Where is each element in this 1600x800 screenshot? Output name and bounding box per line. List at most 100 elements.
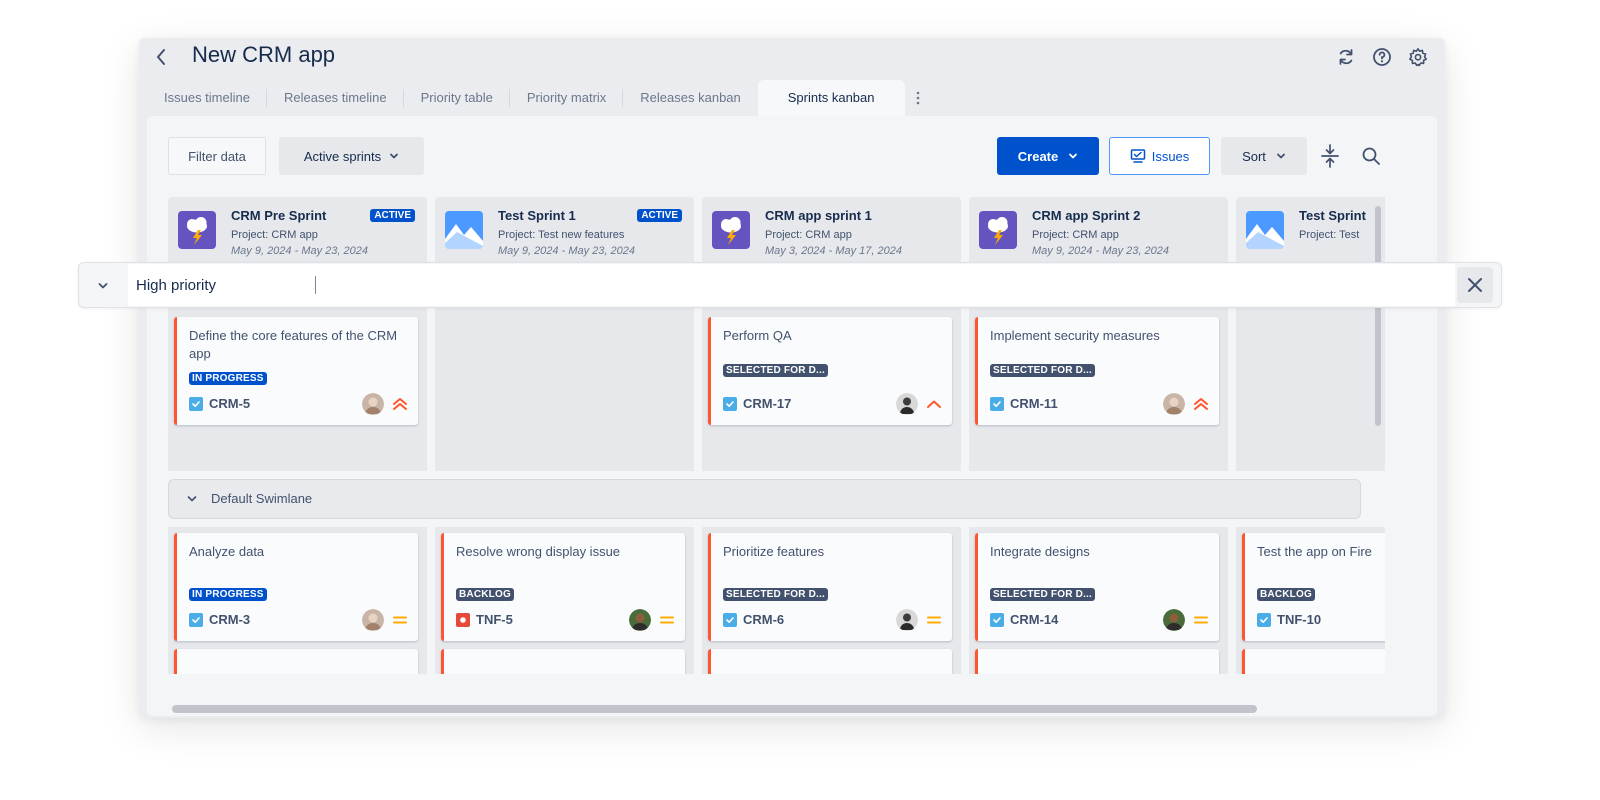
mountain-icon	[1246, 211, 1284, 249]
tab-priority-table[interactable]: Priority table	[404, 80, 511, 116]
card-title: Integrate designs	[990, 544, 1090, 559]
issue-key[interactable]: TNF-5	[456, 612, 513, 627]
kanban-panel: Filter data Active sprints Create Issues…	[147, 116, 1437, 716]
avatar[interactable]	[1163, 609, 1185, 631]
close-icon	[1468, 278, 1482, 292]
sort-dropdown[interactable]: Sort	[1221, 137, 1307, 175]
task-icon	[1257, 612, 1271, 627]
issue-key[interactable]: CRM-17	[723, 396, 791, 411]
avatar[interactable]	[362, 609, 384, 631]
swimlane-header[interactable]: Default Swimlane	[168, 479, 1361, 519]
issue-card[interactable]: Perform QA SELECTED FOR D... CRM-17	[708, 317, 952, 425]
status-badge: IN PROGRESS	[189, 588, 267, 601]
issue-key[interactable]: CRM-3	[189, 612, 250, 627]
back-button[interactable]	[151, 44, 171, 70]
status-badge: BACKLOG	[456, 588, 514, 601]
issue-card[interactable]: Analyze data IN PROGRESS CRM-3	[174, 533, 418, 641]
issue-card-partial[interactable]	[975, 649, 1219, 674]
chevron-down-icon	[1277, 153, 1285, 159]
search-bar	[78, 262, 1502, 308]
search-input[interactable]	[128, 264, 1455, 306]
active-sprints-label: Active sprints	[303, 148, 382, 164]
lane-cell: Resolve wrong display issue BACKLOG TNF-…	[435, 527, 694, 674]
filter-data-button[interactable]: Filter data	[168, 137, 266, 175]
task-icon	[189, 612, 203, 627]
avatar[interactable]	[362, 393, 384, 415]
sprint-column-header[interactable]: CRM app Sprint 2 Project: CRM app May 9,…	[969, 197, 1228, 263]
search-button[interactable]	[1358, 143, 1384, 169]
card-title: Resolve wrong display issue	[456, 544, 621, 559]
sprint-column-header[interactable]: Test Sprint Project: Test	[1236, 197, 1385, 263]
sprint-column-header[interactable]: Test Sprint 1 ACTIVE Project: Test new f…	[435, 197, 694, 263]
sort-label: Sort	[1242, 148, 1266, 164]
card-title: Implement security measures	[990, 328, 1160, 343]
status-badge: SELECTED FOR D...	[723, 364, 828, 377]
storm-icon	[979, 211, 1017, 249]
sprint-project: Project: Test new features	[498, 229, 625, 241]
card-title: Prioritize features	[723, 544, 825, 559]
issues-button[interactable]: Issues	[1109, 137, 1210, 175]
vertical-scrollbar[interactable]	[1375, 206, 1381, 426]
avatar[interactable]	[896, 393, 918, 415]
priority-highest-icon	[1194, 398, 1208, 410]
issue-key-label: TNF-10	[1277, 612, 1322, 627]
collapse-icon	[1321, 144, 1339, 168]
issue-key-label: CRM-3	[209, 612, 251, 627]
issue-key-label: CRM-6	[743, 612, 785, 627]
chevron-down-icon	[187, 496, 197, 502]
issue-key-label: CRM-11	[1010, 396, 1058, 411]
priority-highest-icon	[393, 398, 407, 410]
sprint-name: CRM app sprint 1	[765, 208, 872, 223]
tab-sprints-kanban[interactable]: Sprints kanban	[757, 80, 905, 116]
issue-card-partial[interactable]	[174, 649, 418, 674]
tab-releases-kanban[interactable]: Releases kanban	[623, 80, 757, 116]
sprint-column-header[interactable]: CRM app sprint 1 Project: CRM app May 3,…	[702, 197, 961, 263]
avatar[interactable]	[1163, 393, 1185, 415]
issue-card[interactable]: Prioritize features SELECTED FOR D... CR…	[708, 533, 952, 641]
more-tabs-button[interactable]	[905, 80, 931, 116]
sprint-dates: May 3, 2024 - May 17, 2024	[765, 245, 902, 257]
tab-issues-timeline[interactable]: Issues timeline	[147, 80, 267, 116]
status-badge: IN PROGRESS	[189, 372, 267, 385]
issue-card[interactable]: Test the app on Fire BACKLOG TNF-10	[1242, 533, 1385, 641]
close-button[interactable]	[1457, 267, 1493, 303]
tab-priority-matrix[interactable]: Priority matrix	[510, 80, 624, 116]
issue-key[interactable]: CRM-14	[990, 612, 1058, 627]
sprint-dates: May 9, 2024 - May 23, 2024	[231, 245, 368, 257]
issue-card-partial[interactable]	[441, 649, 685, 674]
priority-medium-icon	[927, 616, 941, 624]
help-icon	[1373, 48, 1391, 66]
active-sprints-dropdown[interactable]: Active sprints	[279, 137, 424, 175]
sprint-project: Project: CRM app	[765, 229, 852, 241]
horizontal-scrollbar[interactable]	[172, 705, 1257, 713]
view-tabs: Issues timeline Releases timeline Priori…	[147, 80, 931, 116]
lane-cell: Prioritize features SELECTED FOR D... CR…	[702, 527, 961, 674]
gear-icon	[1409, 48, 1427, 67]
status-badge: SELECTED FOR D...	[723, 588, 828, 601]
issue-card[interactable]: Define the core features of the CRM app …	[174, 317, 418, 425]
sprint-dates: May 9, 2024 - May 23, 2024	[1032, 245, 1169, 257]
create-button[interactable]: Create	[997, 137, 1099, 175]
issue-key[interactable]: TNF-10	[1257, 612, 1321, 627]
avatar[interactable]	[896, 609, 918, 631]
issue-key[interactable]: CRM-6	[723, 612, 784, 627]
issue-card-partial[interactable]	[708, 649, 952, 674]
issue-key[interactable]: CRM-5	[189, 396, 250, 411]
help-button[interactable]	[1369, 44, 1395, 70]
settings-button[interactable]	[1405, 44, 1431, 70]
issue-key[interactable]: CRM-11	[990, 396, 1058, 411]
collapse-button[interactable]	[1317, 143, 1343, 169]
tab-releases-timeline[interactable]: Releases timeline	[267, 80, 404, 116]
issue-card[interactable]: Resolve wrong display issue BACKLOG TNF-…	[441, 533, 685, 641]
sync-button[interactable]	[1333, 44, 1359, 70]
sprint-project: Project: Test	[1299, 229, 1360, 241]
avatar[interactable]	[629, 609, 651, 631]
issue-card-partial[interactable]	[1242, 649, 1385, 674]
issue-card[interactable]: Integrate designs SELECTED FOR D... CRM-…	[975, 533, 1219, 641]
storm-icon	[178, 211, 216, 249]
sprint-dates: May 9, 2024 - May 23, 2024	[498, 245, 635, 257]
expand-button[interactable]	[91, 274, 115, 298]
issue-card[interactable]: Implement security measures SELECTED FOR…	[975, 317, 1219, 425]
issue-key-label: CRM-17	[743, 396, 792, 411]
sprint-column-header[interactable]: CRM Pre Sprint ACTIVE Project: CRM app M…	[168, 197, 427, 263]
